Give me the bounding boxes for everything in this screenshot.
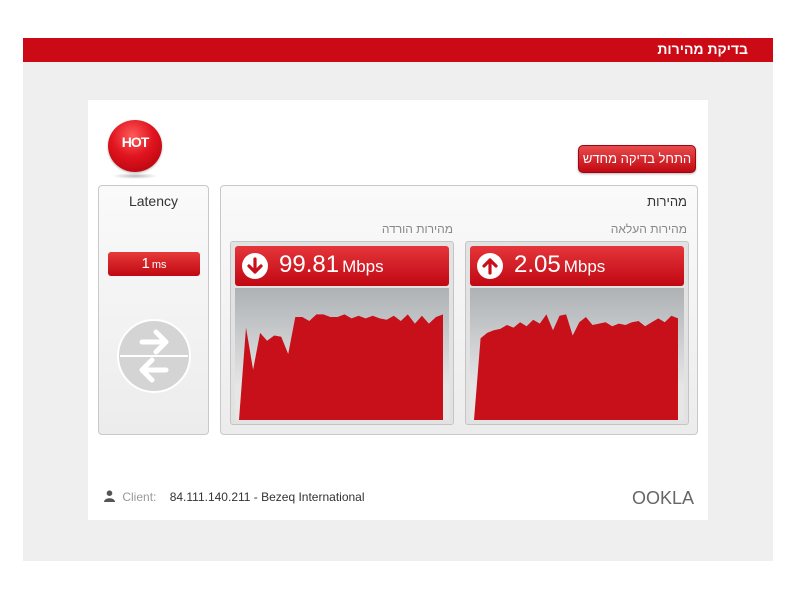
upload-history-chart xyxy=(474,314,678,420)
upload-history-fill xyxy=(474,314,678,420)
arrow-down-icon xyxy=(242,253,268,279)
speed-box: מהירות מהירות העלאה מהירות הורדה 99.81 Mb… xyxy=(220,185,698,435)
ping-arrows-icon xyxy=(117,319,191,393)
download-graph: 99.81 Mbps xyxy=(230,241,454,425)
download-history-chart xyxy=(239,314,443,420)
speedtest-frame: בדיקת מהירות HOT התחל בדיקה מחדש Latency… xyxy=(23,38,773,561)
download-label: מהירות הורדה xyxy=(381,222,453,236)
upload-speed: 2.05 Mbps xyxy=(514,251,605,279)
speedtest-panel: HOT התחל בדיקה מחדש Latency 1 ms מהירות מ… xyxy=(88,100,708,520)
latency-unit: ms xyxy=(151,259,167,271)
upload-speed-bar: 2.05 Mbps xyxy=(470,246,684,286)
upload-speed-value: 2.05 xyxy=(514,251,561,278)
latency-title: Latency xyxy=(128,193,179,209)
download-speed-unit: Mbps xyxy=(342,257,384,276)
upload-graph: 2.05 Mbps xyxy=(465,241,689,425)
download-speed-bar: 99.81 Mbps xyxy=(235,246,449,286)
latency-value: 1 xyxy=(141,255,150,272)
hot-logo: HOT xyxy=(108,120,164,180)
title-bar: בדיקת מהירות xyxy=(23,38,773,62)
user-icon xyxy=(104,490,115,502)
ookla-logo: OOKLA xyxy=(632,488,695,508)
client-label: Client: xyxy=(122,490,157,504)
restart-test-button[interactable]: התחל בדיקה מחדש xyxy=(578,145,696,173)
upload-label: מהירות העלאה xyxy=(610,222,687,236)
upload-history-area xyxy=(470,288,684,420)
client-value: 84.111.140.211 - Bezeq International xyxy=(169,490,365,504)
page-title: בדיקת מהירות xyxy=(657,41,748,57)
latency-box: Latency 1 ms xyxy=(98,185,209,435)
client-info: Client: 84.111.140.211 - Bezeq Internati… xyxy=(104,490,365,504)
download-speed: 99.81 Mbps xyxy=(279,251,384,279)
upload-speed-unit: Mbps xyxy=(563,257,606,276)
arrow-up-icon xyxy=(477,253,503,279)
download-history-fill xyxy=(239,314,443,420)
download-speed-value: 99.81 xyxy=(279,251,340,278)
latency-value-badge: 1 ms xyxy=(108,252,200,276)
download-history-area xyxy=(235,288,449,420)
logo-text: HOT xyxy=(121,134,150,150)
speed-title: מהירות xyxy=(647,194,687,209)
logo-shadow xyxy=(112,173,158,179)
